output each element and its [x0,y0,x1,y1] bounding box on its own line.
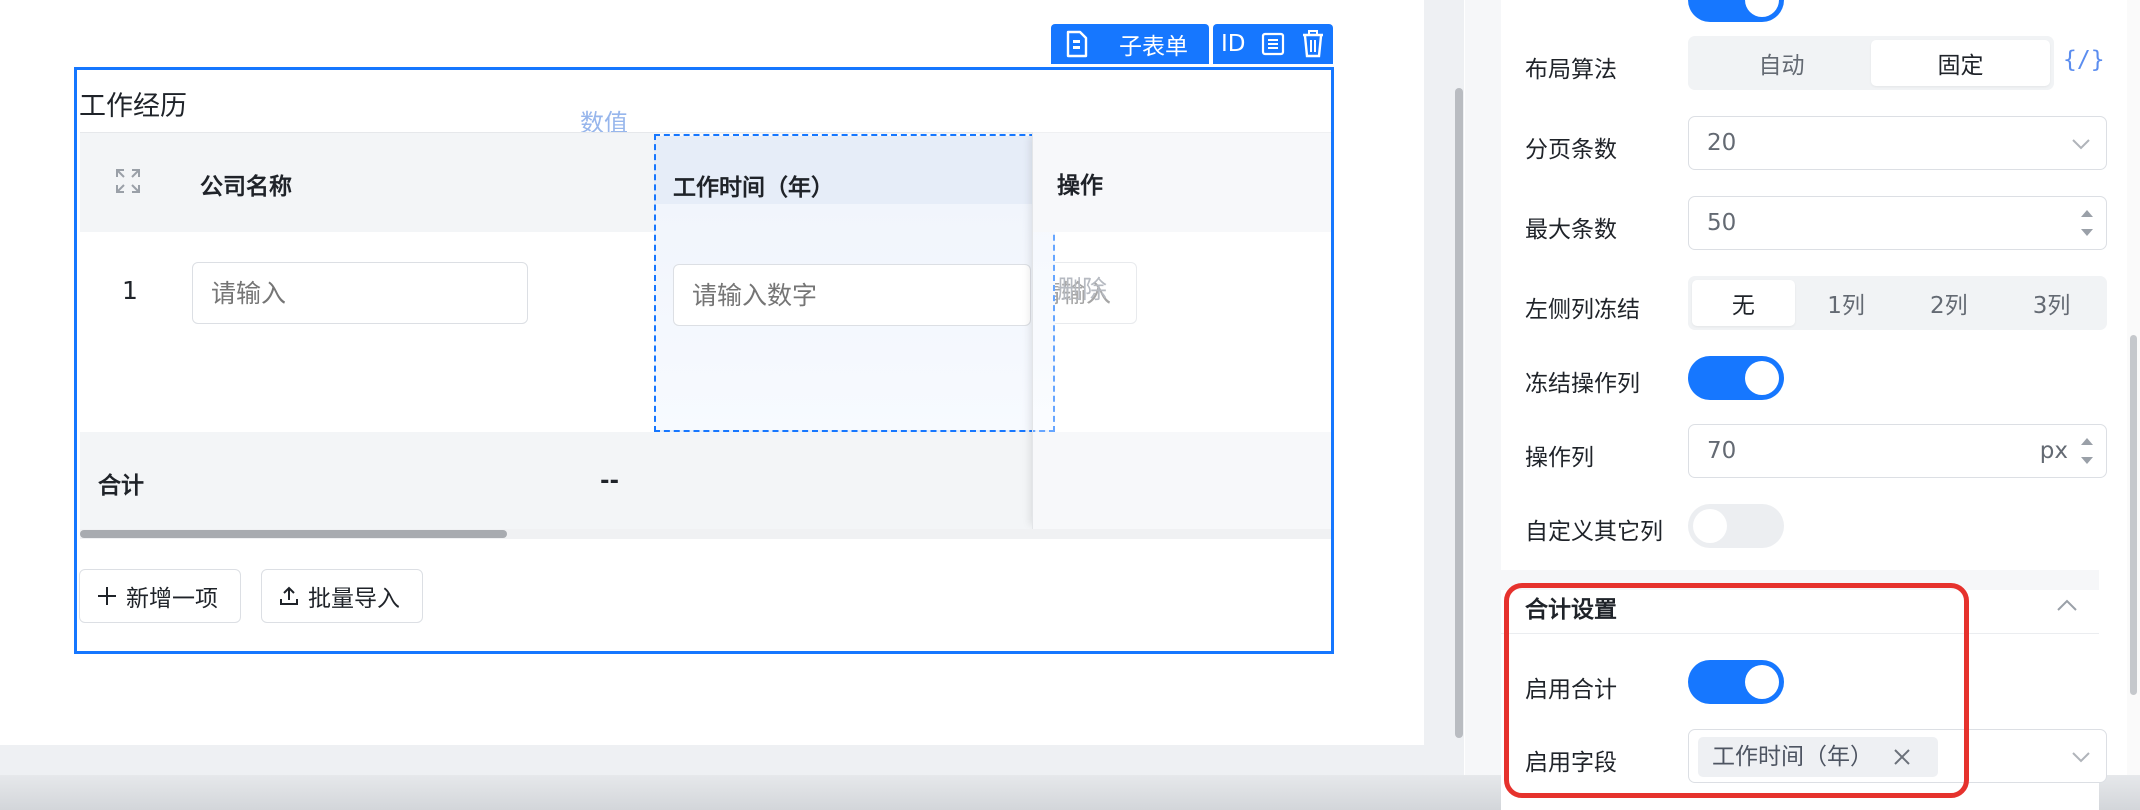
frozen-operation-column: 操作 删除 [1032,132,1331,529]
chevron-down-icon [2072,139,2090,150]
freeze-option-none[interactable]: 无 [1692,280,1795,326]
panel-scrollbar-thumb[interactable] [2130,335,2137,695]
max-rows-label: 最大条数 [1525,217,1617,243]
add-row-button[interactable]: 新增一项 [79,569,241,623]
operation-width-unit: px [2039,438,2068,464]
canvas-scrollbar-thumb[interactable] [1455,88,1463,738]
code-expression-icon[interactable]: {/} [2063,47,2105,73]
upload-icon [280,586,298,605]
page-size-select[interactable]: 20 [1688,116,2107,170]
subform-widget[interactable]: 工作经历 数值 公司名称 职位 1 合计 -- 工作时间（年） 操作 删除 [74,67,1334,654]
header-operation: 操作 [1057,173,1103,199]
page-size-value: 20 [1707,130,1737,156]
max-rows-value: 50 [1707,210,1737,236]
layout-algorithm-segmented[interactable]: 自动 固定 [1688,36,2054,90]
freeze-option-1[interactable]: 1列 [1795,280,1898,326]
trash-icon[interactable] [1301,30,1325,58]
operation-width-input[interactable]: 70 px [1688,424,2107,478]
layout-option-fixed[interactable]: 固定 [1871,40,2050,86]
panel-gap [1465,0,1501,775]
freeze-operation-label: 冻结操作列 [1525,371,1640,397]
document-icon [1066,30,1088,58]
page-size-label: 分页条数 [1525,137,1617,163]
batch-import-button[interactable]: 批量导入 [261,569,423,623]
stepper-icon[interactable] [2078,204,2096,242]
expand-icon[interactable] [114,167,142,195]
widget-actions: ID [1213,24,1333,64]
widget-type-label: 子表单 [1119,34,1188,60]
summary-settings-highlight [1504,583,1969,798]
widget-type-tag[interactable]: 子表单 [1051,24,1209,64]
subform-table: 公司名称 职位 1 合计 -- 工作时间（年） 操作 删除 [80,132,1331,539]
freeze-left-label: 左侧列冻结 [1525,297,1640,323]
summary-value: -- [600,468,620,494]
layout-option-auto[interactable]: 自动 [1692,40,1871,86]
row-index: 1 [122,276,138,305]
stepper-icon[interactable] [2078,432,2096,470]
subform-title: 工作经历 [79,91,187,122]
canvas-bottom-strip [0,745,1424,775]
canvas-scrollbar[interactable] [1453,0,1465,775]
freeze-option-3[interactable]: 3列 [2000,280,2103,326]
table-scrollbar-thumb[interactable] [80,530,507,538]
freeze-operation-toggle[interactable] [1688,356,1784,400]
table-horizontal-scrollbar[interactable] [80,529,1331,539]
copy-icon[interactable] [1260,31,1286,57]
chevron-up-icon[interactable] [2055,594,2079,618]
freeze-left-segmented[interactable]: 无 1列 2列 3列 [1688,276,2107,330]
company-input[interactable] [192,262,528,324]
header-company: 公司名称 [200,174,292,200]
plus-icon [98,587,116,605]
previous-toggle[interactable] [1688,0,1784,22]
operation-width-label: 操作列 [1525,445,1594,471]
header-work-years: 工作时间（年） [673,175,834,201]
add-row-label: 新增一项 [126,586,218,612]
custom-columns-toggle[interactable] [1688,504,1784,548]
custom-columns-label: 自定义其它列 [1525,519,1663,545]
selected-column[interactable]: 工作时间（年） [654,134,1055,432]
freeze-option-2[interactable]: 2列 [1898,280,2001,326]
summary-label: 合计 [98,473,144,499]
max-rows-input[interactable]: 50 [1688,196,2107,250]
work-years-input[interactable] [673,264,1031,326]
operation-width-value: 70 [1707,438,1737,464]
delete-row-link[interactable]: 删除 [1057,270,1107,306]
layout-algorithm-label: 布局算法 [1525,57,1617,83]
widget-toolbar: 子表单 ID [1051,24,1333,64]
chevron-down-icon [2072,752,2090,763]
panel-scrollbar[interactable] [2127,0,2140,775]
batch-import-label: 批量导入 [308,586,400,612]
widget-id-button[interactable]: ID [1221,31,1246,57]
